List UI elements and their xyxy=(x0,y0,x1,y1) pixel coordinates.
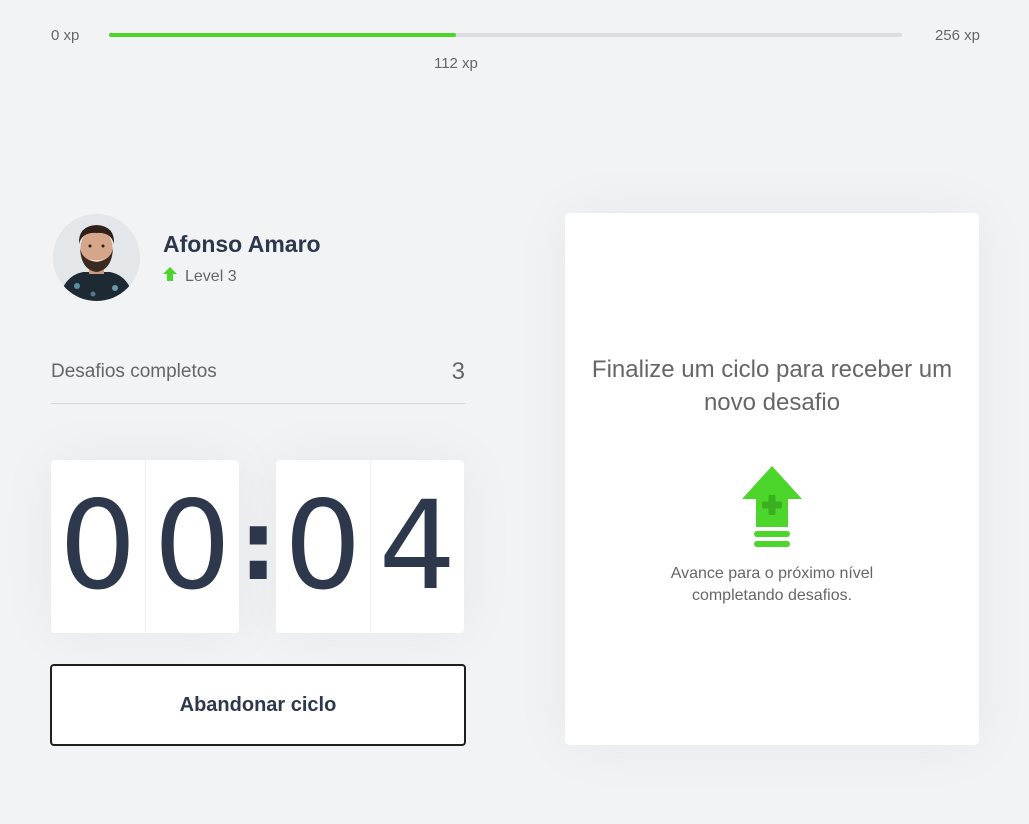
level-label: Level 3 xyxy=(185,268,237,285)
xp-progress-fill xyxy=(109,33,456,37)
level-up-icon xyxy=(742,466,802,548)
profile: Afonso Amaro Level 3 xyxy=(51,213,465,303)
countdown-minutes: 0 0 xyxy=(51,460,239,633)
challenge-box-description: Avance para o próximo nível completando … xyxy=(670,565,874,604)
challenge-box-title: Finalize um ciclo para receber um novo d… xyxy=(591,356,953,416)
profile-name: Afonso Amaro xyxy=(163,231,321,257)
xp-track: 112 xp xyxy=(109,33,902,72)
xp-min-label: 0 xp xyxy=(51,27,80,44)
countdown-timer: 0 0 : 0 4 xyxy=(51,460,465,633)
xp-current-label: 112 xp xyxy=(433,55,478,72)
abandon-cycle-button[interactable]: Abandonar ciclo xyxy=(50,664,466,746)
second-digit-ones: 4 xyxy=(378,475,457,617)
countdown-separator: : xyxy=(239,490,278,602)
level-up-arrow-icon xyxy=(162,266,178,282)
avatar xyxy=(53,214,140,301)
minute-digit-tens: 0 xyxy=(51,460,146,633)
xp-max-label: 256 xp xyxy=(934,27,980,44)
experience-bar: 0 xp 112 xp 256 xp xyxy=(51,24,980,72)
minute-digit-ones: 0 xyxy=(153,475,232,617)
completed-challenges-count: 3 xyxy=(451,358,465,385)
countdown-seconds: 0 4 xyxy=(276,460,464,633)
second-digit-tens: 0 xyxy=(276,460,371,633)
completed-challenges-label: Desafios completos xyxy=(51,361,217,382)
completed-challenges: Desafios completos 3 xyxy=(51,357,465,404)
challenge-box: Finalize um ciclo para receber um novo d… xyxy=(565,213,979,745)
